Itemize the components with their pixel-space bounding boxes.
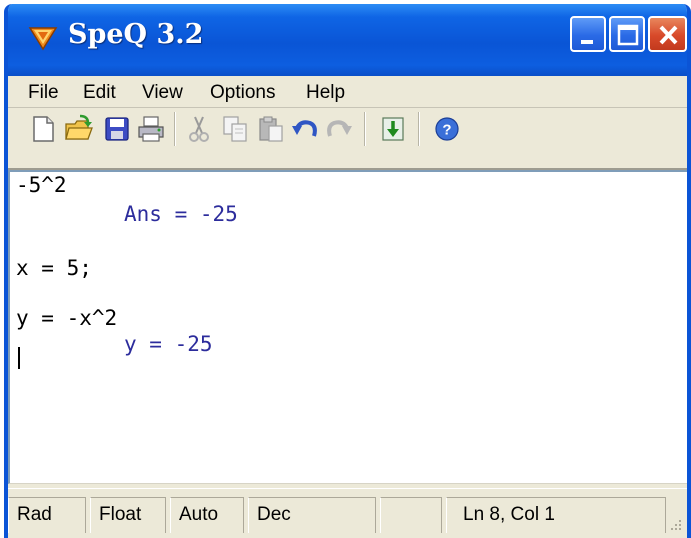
speq-logo-icon bbox=[28, 27, 58, 51]
app-window: SpeQ 3.2 File Edit View Options Help ? -… bbox=[4, 4, 691, 538]
text-caret bbox=[18, 347, 20, 369]
editor-input-line: x = 5; bbox=[16, 256, 92, 280]
editor-result-line: Ans = -25 bbox=[124, 202, 238, 226]
new-file-icon[interactable] bbox=[28, 114, 58, 144]
redo-icon[interactable] bbox=[324, 114, 354, 144]
evaluate-icon[interactable] bbox=[378, 114, 408, 144]
resize-grip-icon[interactable] bbox=[665, 516, 683, 534]
open-file-icon[interactable] bbox=[64, 114, 94, 144]
editor-result-line: y = -25 bbox=[124, 332, 213, 356]
toolbar-separator bbox=[418, 112, 420, 146]
toolbar-separator bbox=[364, 112, 366, 146]
menu-help[interactable]: Help bbox=[306, 82, 345, 104]
menu-edit[interactable]: Edit bbox=[83, 82, 116, 104]
menu-view[interactable]: View bbox=[142, 82, 183, 104]
minimize-icon bbox=[581, 40, 593, 44]
help-icon[interactable]: ? bbox=[432, 114, 462, 144]
status-angle-mode[interactable]: Rad bbox=[8, 497, 86, 533]
editor-input-line: -5^2 bbox=[16, 173, 67, 197]
status-empty-cell bbox=[380, 497, 442, 533]
editor-input-line: y = -x^2 bbox=[16, 306, 118, 330]
close-icon bbox=[659, 25, 678, 45]
status-cursor-position: Ln 8, Col 1 bbox=[446, 497, 666, 533]
window-title: SpeQ 3.2 bbox=[68, 19, 204, 50]
maximize-icon bbox=[617, 24, 639, 46]
title-bar[interactable]: SpeQ 3.2 bbox=[8, 4, 687, 76]
status-bar: Rad Float Auto Dec Ln 8, Col 1 bbox=[8, 488, 687, 538]
close-button[interactable] bbox=[648, 16, 687, 52]
undo-icon[interactable] bbox=[290, 114, 320, 144]
copy-icon[interactable] bbox=[220, 114, 250, 144]
menu-options[interactable]: Options bbox=[210, 82, 275, 104]
svg-text:?: ? bbox=[442, 122, 451, 139]
toolbar-separator bbox=[174, 112, 176, 146]
cut-icon[interactable] bbox=[184, 114, 214, 144]
status-precision[interactable]: Auto bbox=[170, 497, 244, 533]
minimize-button[interactable] bbox=[570, 16, 606, 52]
save-icon[interactable] bbox=[102, 114, 132, 144]
expression-editor[interactable]: -5^2 Ans = -25 x = 5; y = -x^2 y = -25 bbox=[8, 170, 687, 484]
print-icon[interactable] bbox=[136, 114, 166, 144]
status-number-format[interactable]: Float bbox=[90, 497, 166, 533]
status-number-base[interactable]: Dec bbox=[248, 497, 376, 533]
maximize-button[interactable] bbox=[609, 16, 645, 52]
paste-icon[interactable] bbox=[256, 114, 286, 144]
toolbar: ? bbox=[8, 108, 687, 170]
menu-file[interactable]: File bbox=[28, 82, 59, 104]
menu-bar: File Edit View Options Help bbox=[8, 76, 687, 108]
